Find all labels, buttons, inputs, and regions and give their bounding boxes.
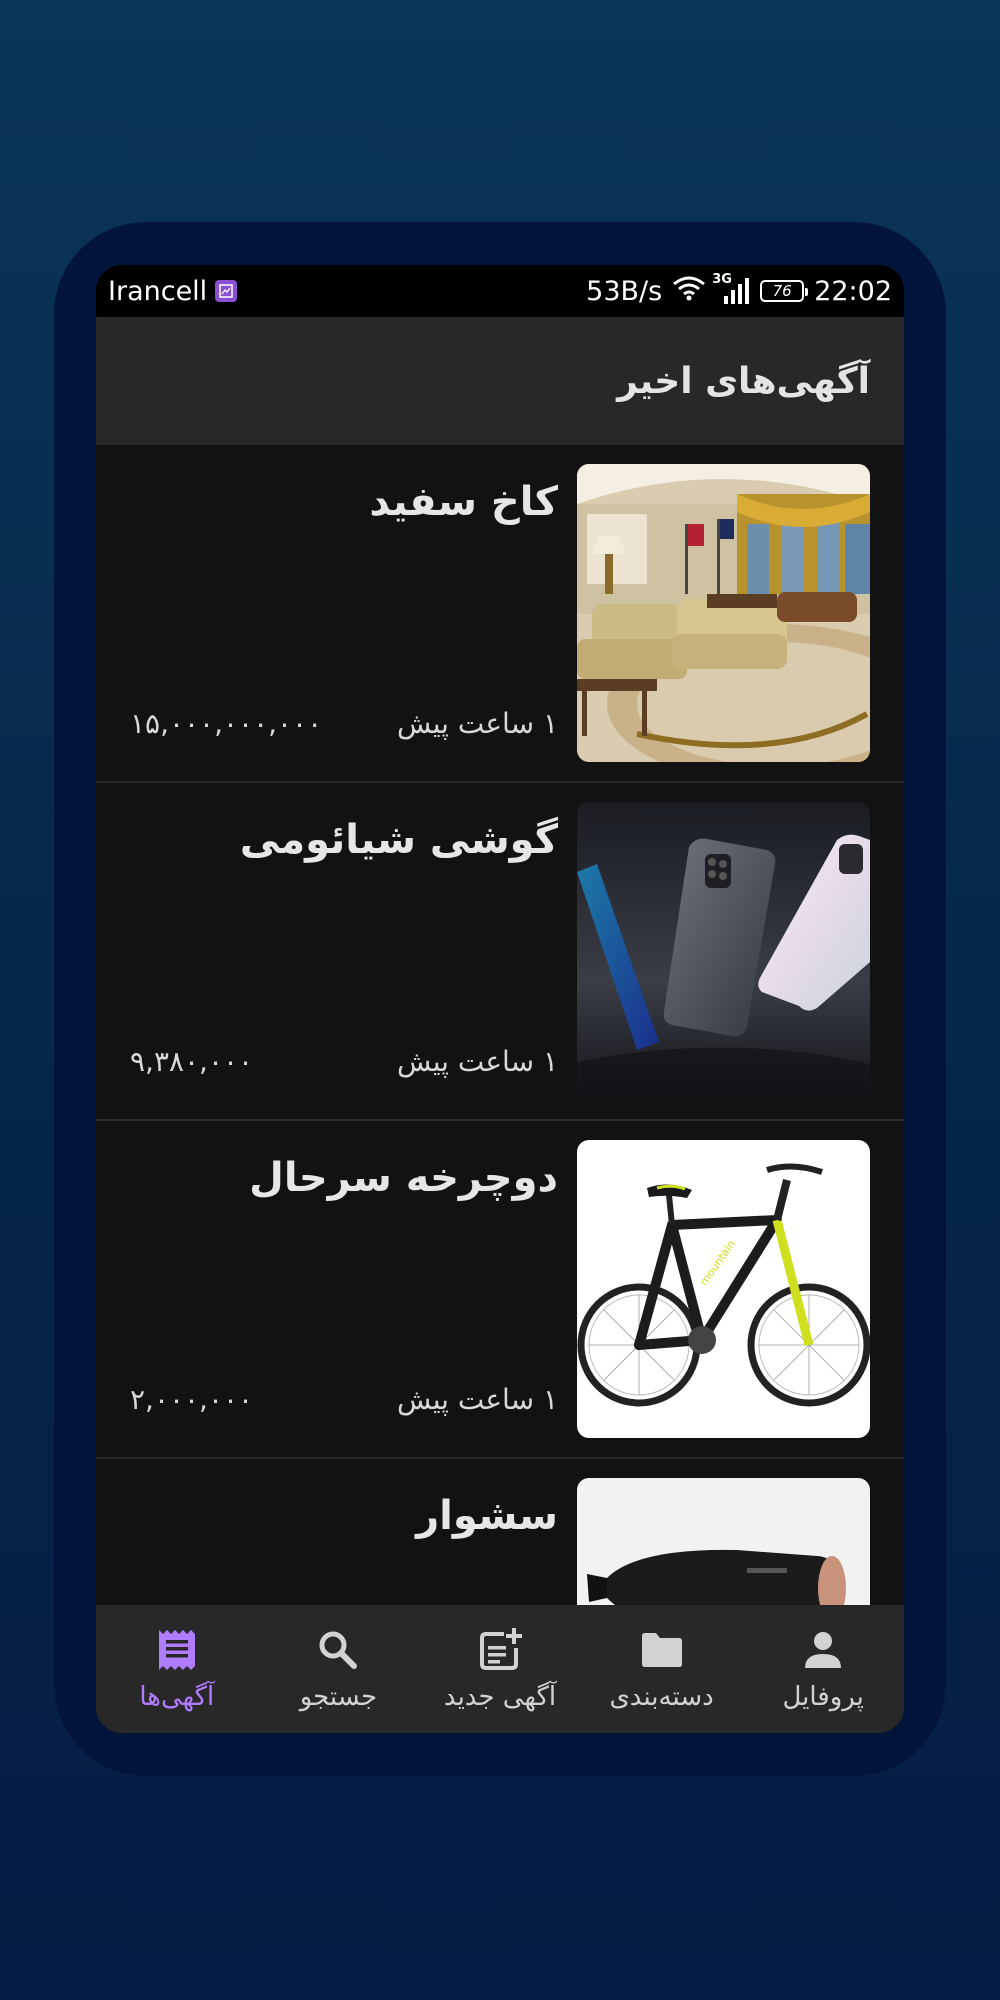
- ad-price: ۲,۰۰۰,۰۰۰: [130, 1383, 254, 1416]
- post-add-icon: [479, 1628, 522, 1670]
- ad-card[interactable]: سشوار: [96, 1459, 904, 1605]
- clock: 22:02: [814, 275, 892, 307]
- ad-price: ۹,۳۸۰,۰۰۰: [130, 1045, 254, 1078]
- status-bar: Irancell 53B/s 3G 76 22:02: [96, 265, 904, 317]
- app-bar: آگهی‌های اخیر: [96, 317, 904, 445]
- battery-level: 76: [772, 282, 792, 300]
- ad-image-hair-dryer: [577, 1478, 870, 1605]
- nav-label: دسته‌بندی: [609, 1682, 714, 1712]
- ad-image-room: [577, 464, 870, 762]
- ad-title: کاخ سفید: [369, 479, 558, 525]
- page-title: آگهی‌های اخیر: [617, 360, 870, 402]
- nav-new-ad[interactable]: آگهی جدید: [419, 1605, 581, 1733]
- ad-time: ۱ ساعت پیش: [397, 1383, 558, 1416]
- ad-card[interactable]: کاخ سفید ۱ ساعت پیش ۱۵,۰۰۰,۰۰۰,۰۰۰: [96, 445, 904, 783]
- nav-label: آگهی جدید: [443, 1682, 557, 1712]
- nav-search[interactable]: جستجو: [258, 1605, 420, 1733]
- cellular-signal-icon: 3G: [712, 272, 750, 306]
- wifi-icon: [672, 275, 706, 308]
- ad-card[interactable]: گوشی شیائومی ۱ ساعت پیش ۹,۳۸۰,۰۰۰: [96, 783, 904, 1121]
- receipt-icon: [158, 1630, 195, 1670]
- network-speed: 53B/s: [586, 275, 663, 307]
- image-notification-icon: [215, 280, 238, 302]
- nav-label: پروفایل: [782, 1682, 864, 1712]
- screen: Irancell 53B/s 3G: [96, 265, 904, 1733]
- phone-frame: Irancell 53B/s 3G: [54, 222, 946, 1776]
- bottom-navigation: آگهی‌ها جستجو آگهی جدید: [96, 1605, 904, 1733]
- battery-icon: 76: [760, 280, 809, 302]
- network-type: 3G: [712, 272, 732, 287]
- ad-price: ۱۵,۰۰۰,۰۰۰,۰۰۰: [130, 707, 323, 740]
- ad-image-phone: [577, 802, 870, 1100]
- person-icon: [805, 1632, 842, 1668]
- nav-profile[interactable]: پروفایل: [742, 1605, 904, 1733]
- nav-label: جستجو: [299, 1682, 378, 1712]
- ad-time: ۱ ساعت پیش: [397, 707, 558, 740]
- ad-time: ۱ ساعت پیش: [397, 1045, 558, 1078]
- folder-icon: [641, 1633, 682, 1667]
- nav-ads[interactable]: آگهی‌ها: [96, 1605, 258, 1733]
- ad-title: گوشی شیائومی: [239, 817, 558, 863]
- ad-card[interactable]: mountain دوچرخه سرحال ۱ ساعت پیش ۲,۰۰۰,۰…: [96, 1121, 904, 1459]
- ads-list[interactable]: کاخ سفید ۱ ساعت پیش ۱۵,۰۰۰,۰۰۰,۰۰۰ گوشی …: [96, 445, 904, 1605]
- search-icon: [319, 1631, 358, 1669]
- ad-title: دوچرخه سرحال: [249, 1155, 558, 1201]
- ad-image-bicycle: mountain: [577, 1140, 870, 1438]
- carrier-name: Irancell: [108, 275, 208, 307]
- nav-label: آگهی‌ها: [139, 1682, 215, 1712]
- nav-categories[interactable]: دسته‌بندی: [581, 1605, 743, 1733]
- ad-title: سشوار: [416, 1493, 558, 1539]
